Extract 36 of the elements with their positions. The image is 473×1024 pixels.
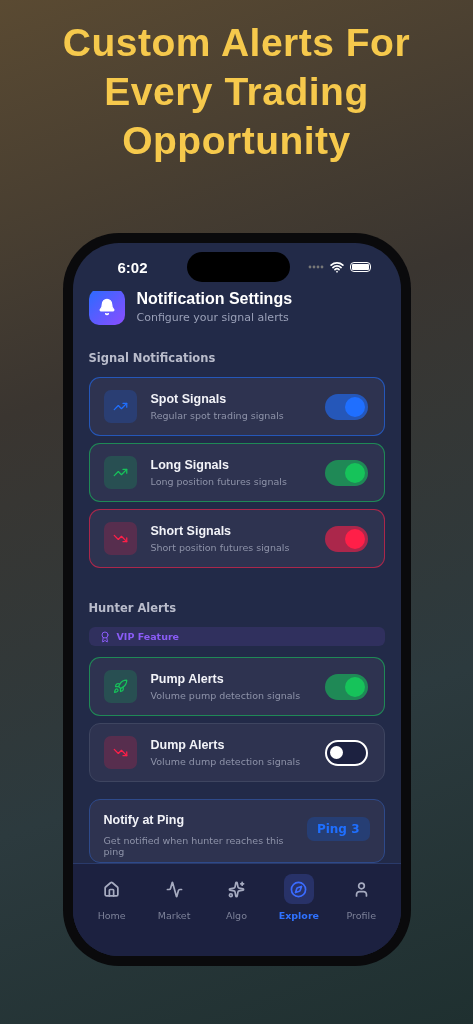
alert-title: Short Signals bbox=[150, 524, 233, 538]
bell-icon bbox=[88, 291, 125, 325]
wifi-icon bbox=[329, 260, 344, 274]
toggle-switch[interactable] bbox=[324, 459, 368, 486]
toggle-switch[interactable] bbox=[324, 393, 368, 420]
tab-label[interactable]: Profile bbox=[346, 910, 376, 921]
tab-label[interactable]: Home bbox=[97, 910, 126, 921]
alert-title: Dump Alerts bbox=[150, 738, 226, 752]
alert-description: Volume pump detection signals bbox=[150, 690, 302, 701]
page-title: Notification Settings bbox=[136, 291, 293, 308]
toggle-switch[interactable] bbox=[324, 673, 368, 700]
tab-label[interactable]: Explore bbox=[278, 910, 320, 921]
signal-icon bbox=[307, 265, 324, 269]
ping-button[interactable]: Ping 3 bbox=[306, 817, 370, 841]
battery-icon bbox=[349, 262, 371, 272]
alert-description: Volume dump detection signals bbox=[150, 756, 302, 767]
alert-title: Pump Alerts bbox=[150, 672, 225, 686]
award-icon bbox=[98, 630, 111, 643]
page-subtitle: Configure your signal alerts bbox=[136, 311, 290, 324]
headline: Custom Alerts For Every Trading Opportunity bbox=[61, 20, 412, 164]
tab-label[interactable]: Market bbox=[157, 910, 191, 921]
section-title: Signal Notifications bbox=[88, 351, 217, 365]
toggle-switch[interactable] bbox=[324, 525, 368, 552]
alert-title: Long Signals bbox=[150, 458, 230, 472]
alert-description: Regular spot trading signals bbox=[150, 410, 285, 421]
ping-title: Notify at Ping bbox=[103, 813, 186, 827]
ping-description: Get notified when hunter reaches this ping bbox=[103, 835, 285, 857]
alert-description: Long position futures signals bbox=[150, 476, 288, 487]
tab-label[interactable]: Algo bbox=[225, 910, 247, 921]
alert-title: Spot Signals bbox=[150, 392, 228, 406]
alert-description: Short position futures signals bbox=[150, 542, 291, 553]
section-title: Hunter Alerts bbox=[88, 601, 178, 615]
compass-icon[interactable] bbox=[283, 874, 314, 904]
badge-text: VIP Feature bbox=[116, 631, 180, 642]
status-time: 6:02 bbox=[117, 258, 148, 276]
toggle-switch[interactable] bbox=[324, 739, 368, 766]
